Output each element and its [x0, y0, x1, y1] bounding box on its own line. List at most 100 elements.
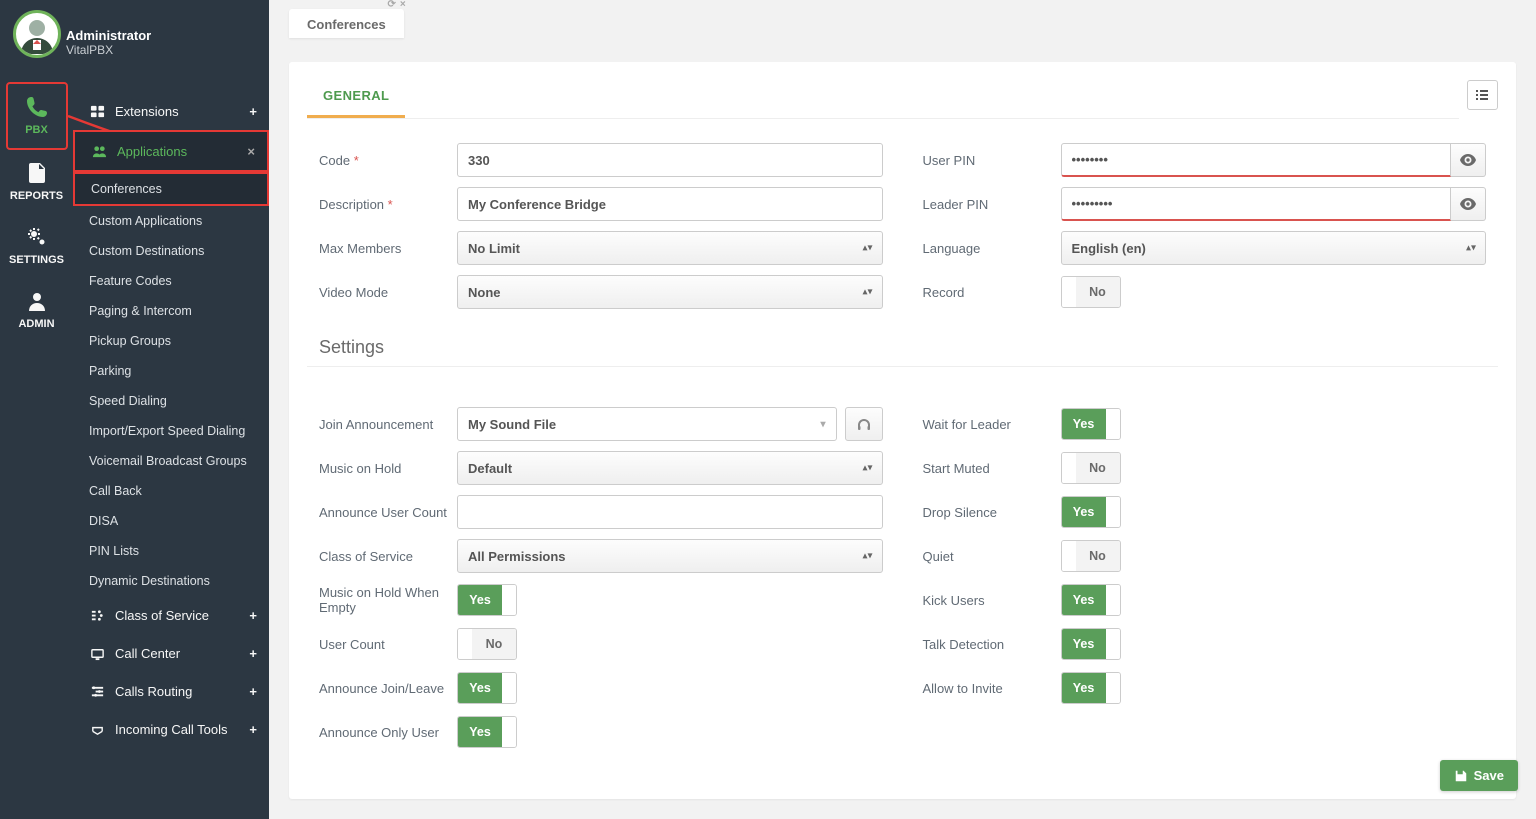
close-tab-icon[interactable]: × [400, 0, 406, 10]
plus-icon: + [249, 684, 257, 699]
call-center-icon [89, 645, 105, 661]
plus-icon: + [249, 608, 257, 623]
select-max-members[interactable]: No Limit [457, 231, 883, 265]
headphones-icon [856, 416, 872, 432]
label-user-count: User Count [319, 637, 447, 652]
input-code[interactable] [457, 143, 883, 177]
sm-child-custom-destinations[interactable]: Custom Destinations [73, 236, 269, 266]
chevron-down-icon: ▾ [820, 419, 825, 430]
sm-child-pin-lists[interactable]: PIN Lists [73, 536, 269, 566]
user-info: Administrator VitalPBX [66, 28, 151, 57]
sm-child-dynamic-destinations[interactable]: Dynamic Destinations [73, 566, 269, 596]
sm-child-pickup-groups[interactable]: Pickup Groups [73, 326, 269, 356]
eye-icon [1460, 153, 1476, 167]
select-class-of-service[interactable]: All Permissions [457, 539, 883, 573]
label-announce-only-user: Announce Only User [319, 725, 447, 740]
label-talk-detection: Talk Detection [923, 637, 1051, 652]
preview-sound-button[interactable] [845, 407, 883, 441]
avatar[interactable] [13, 10, 61, 58]
main-nav: PBX REPORTS SETTINGS ADMIN [0, 0, 73, 819]
user-name: Administrator [66, 28, 151, 43]
sm-child-custom-applications[interactable]: Custom Applications [73, 206, 269, 236]
toggle-kick-users[interactable]: Yes [1061, 584, 1121, 616]
input-description[interactable] [457, 187, 883, 221]
label-class-of-service: Class of Service [319, 549, 447, 564]
select-video-mode[interactable]: None [457, 275, 883, 309]
select-music-on-hold[interactable]: Default [457, 451, 883, 485]
close-icon[interactable]: × [247, 144, 255, 159]
toggle-quiet[interactable]: No [1061, 540, 1121, 572]
sm-child-speed-dialing[interactable]: Speed Dialing [73, 386, 269, 416]
toggle-talk-detection[interactable]: Yes [1061, 628, 1121, 660]
nav-pbx[interactable]: PBX [6, 82, 68, 150]
plus-icon: + [249, 722, 257, 737]
sm-applications[interactable]: Applications × [73, 130, 269, 172]
toggle-announce-join-leave[interactable]: Yes [457, 672, 517, 704]
sm-class-of-service[interactable]: Class of Service + [73, 596, 269, 634]
toggle-start-muted[interactable]: No [1061, 452, 1121, 484]
user-org: VitalPBX [66, 43, 151, 57]
incoming-icon [89, 721, 105, 737]
page-tab-conferences[interactable]: ⟳ × Conferences [289, 9, 404, 38]
sm-child-conferences[interactable]: Conferences [73, 172, 269, 206]
label-moh-when-empty: Music on Hold When Empty [319, 585, 447, 615]
reveal-user-pin[interactable] [1451, 143, 1486, 177]
label-announce-join-leave: Announce Join/Leave [319, 681, 447, 696]
toggle-announce-only-user[interactable]: Yes [457, 716, 517, 748]
cos-icon [89, 607, 105, 623]
label-record: Record [923, 285, 1051, 300]
label-wait-for-leader: Wait for Leader [923, 417, 1051, 432]
sm-label: Incoming Call Tools [115, 722, 227, 737]
sm-child-parking[interactable]: Parking [73, 356, 269, 386]
sm-label: Applications [117, 144, 187, 159]
select-join-announcement[interactable]: My Sound File▾ [457, 407, 837, 441]
form-card: GENERAL Code * Description * [289, 62, 1516, 799]
toggle-user-count[interactable]: No [457, 628, 517, 660]
label-drop-silence: Drop Silence [923, 505, 1051, 520]
routing-icon [89, 683, 105, 699]
nav-admin[interactable]: ADMIN [6, 278, 68, 342]
sm-child-disa[interactable]: DISA [73, 506, 269, 536]
nav-label: ADMIN [18, 318, 54, 330]
sm-child-call-back[interactable]: Call Back [73, 476, 269, 506]
refresh-icon[interactable]: ⟳ [388, 0, 396, 10]
reveal-leader-pin[interactable] [1451, 187, 1486, 221]
tabstrip: GENERAL [307, 80, 1459, 119]
label-announce-user-count: Announce User Count [319, 505, 447, 520]
toggle-drop-silence[interactable]: Yes [1061, 496, 1121, 528]
label-code: Code * [319, 153, 447, 168]
label-video-mode: Video Mode [319, 285, 447, 300]
list-toggle-button[interactable] [1467, 80, 1498, 110]
submenu-children: Conferences Custom Applications Custom D… [73, 172, 269, 596]
input-user-pin[interactable] [1061, 143, 1452, 177]
gears-icon [24, 224, 50, 250]
nav-settings[interactable]: SETTINGS [6, 214, 68, 278]
select-language[interactable]: English (en) [1061, 231, 1487, 265]
section-settings-title: Settings [307, 319, 1498, 367]
content-area: ⟳ × Conferences GENERAL Code * [269, 0, 1536, 819]
sm-label: Extensions [115, 104, 179, 119]
save-button[interactable]: Save [1440, 760, 1518, 791]
input-announce-user-count[interactable] [457, 495, 883, 529]
sm-extensions[interactable]: Extensions + [73, 92, 269, 130]
nav-label: SETTINGS [9, 254, 64, 266]
toggle-moh-empty[interactable]: Yes [457, 584, 517, 616]
sm-incoming-call-tools[interactable]: Incoming Call Tools + [73, 710, 269, 748]
sm-child-paging-intercom[interactable]: Paging & Intercom [73, 296, 269, 326]
input-leader-pin[interactable] [1061, 187, 1452, 221]
nav-reports[interactable]: REPORTS [6, 150, 68, 214]
sm-child-voicemail-broadcast[interactable]: Voicemail Broadcast Groups [73, 446, 269, 476]
toggle-wait-for-leader[interactable]: Yes [1061, 408, 1121, 440]
tab-general[interactable]: GENERAL [307, 80, 405, 118]
sm-label: Class of Service [115, 608, 209, 623]
label-language: Language [923, 241, 1051, 256]
sm-call-center[interactable]: Call Center + [73, 634, 269, 672]
sm-calls-routing[interactable]: Calls Routing + [73, 672, 269, 710]
label-allow-to-invite: Allow to Invite [923, 681, 1051, 696]
toggle-record[interactable]: No [1061, 276, 1121, 308]
toggle-allow-to-invite[interactable]: Yes [1061, 672, 1121, 704]
sm-child-feature-codes[interactable]: Feature Codes [73, 266, 269, 296]
user-icon [24, 288, 50, 314]
applications-icon [91, 143, 107, 159]
sm-child-import-export-speed[interactable]: Import/Export Speed Dialing [73, 416, 269, 446]
